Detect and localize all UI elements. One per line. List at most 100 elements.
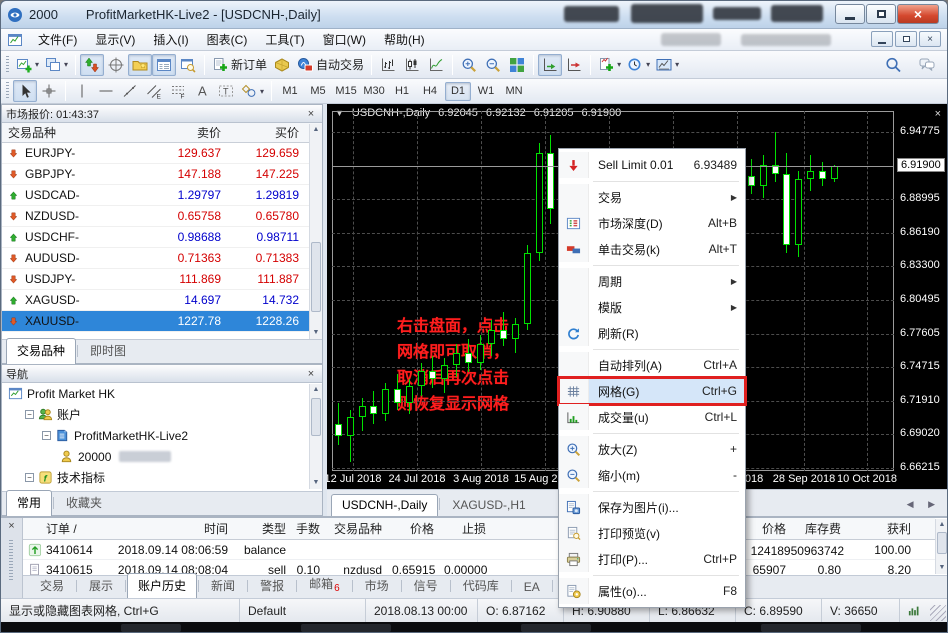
terminal-tab-1[interactable]: 展示 [78,573,124,598]
timeframe-h1[interactable]: H1 [389,82,415,101]
autotrading-button[interactable]: 自动交易 [294,54,367,76]
timeframe-d1[interactable]: D1 [445,82,471,101]
restore-button[interactable] [866,4,896,24]
context-menu-item-8[interactable]: 刷新(R) [559,320,745,346]
periods-button[interactable]: ▾ [624,54,653,76]
zoom-in-button[interactable] [457,54,481,76]
context-menu-item-14[interactable]: 放大(Z)+ [559,436,745,462]
market-watch-tab-1[interactable]: 即时图 [79,338,137,363]
menu-item-0[interactable]: 文件(F) [29,29,86,50]
timeframe-m5[interactable]: M5 [305,82,331,101]
collapse-icon[interactable]: − [42,431,51,440]
timeframe-m15[interactable]: M15 [333,82,359,101]
terminal-drag-strip[interactable]: × [1,518,23,600]
terminal-tab-7[interactable]: 信号 [403,573,449,598]
metaeditor-button[interactable] [270,54,294,76]
candles-chart-button[interactable] [400,54,424,76]
market-watch-row[interactable]: XAUUSD-1227.781228.26 [2,311,322,332]
scroll-up-icon[interactable]: ▲ [936,519,948,531]
context-menu-item-18[interactable]: 打印预览(v) [559,520,745,546]
market-watch-scrollbar[interactable]: ▲ ▼ [309,124,322,339]
crosshair-button[interactable] [37,80,61,102]
close-button[interactable]: × [897,4,939,24]
market-watch-row[interactable]: USDCAD-1.297971.29819 [2,185,322,206]
market-watch-row[interactable]: AUDUSD-0.713630.71383 [2,248,322,269]
market-watch-close-icon[interactable]: × [304,108,318,120]
child-close-button[interactable]: × [919,31,941,47]
chart-close-icon[interactable]: × [935,108,941,120]
chat-button[interactable] [915,54,939,76]
menu-item-1[interactable]: 显示(V) [86,29,144,50]
context-menu-item-2[interactable]: 交易▶ [559,184,745,210]
terminal-tab-9[interactable]: EA [513,576,551,598]
hline-button[interactable] [94,80,118,102]
text-label-button[interactable]: T [214,80,238,102]
market-watch-row[interactable]: USDCHF-0.986880.98711 [2,227,322,248]
terminal-button[interactable] [152,54,176,76]
menu-item-6[interactable]: 帮助(H) [375,29,434,50]
market-watch-row[interactable]: NZDUSD-0.657580.65780 [2,206,322,227]
navigator-item-4[interactable]: −f技术指标 [2,467,322,488]
context-menu-item-12[interactable]: 成交量(u)Ctrl+L [559,404,745,430]
child-restore-button[interactable] [895,31,917,47]
market-watch-row[interactable]: USDJPY-111.869111.887 [2,269,322,290]
context-menu-item-21[interactable]: 属性(o)...F8 [559,578,745,604]
chart-shift-button[interactable] [562,54,586,76]
timeframe-w1[interactable]: W1 [473,82,499,101]
line-chart-button[interactable] [424,54,448,76]
context-menu-item-3[interactable]: 市场深度(D)Alt+B [559,210,745,236]
search-button[interactable] [881,54,905,76]
terminal-scrollbar[interactable]: ▲ ▼ [935,519,948,574]
tester-button[interactable] [176,54,200,76]
timeframe-mn[interactable]: MN [501,82,527,101]
resize-grip[interactable] [930,605,946,621]
context-menu-item-0[interactable]: Sell Limit 0.016.93489 [559,152,745,178]
market-watch-row[interactable]: GBPJPY-147.188147.225 [2,164,322,185]
timeframe-m1[interactable]: M1 [277,82,303,101]
collapse-icon[interactable]: − [25,410,34,419]
scroll-down-icon[interactable]: ▼ [310,327,322,339]
new-chart-button[interactable]: ▾ [13,54,42,76]
navigator-item-0[interactable]: Profit Market HK [2,383,322,404]
child-minimize-button[interactable] [871,31,893,47]
data-window-button[interactable] [104,54,128,76]
timeframe-h4[interactable]: H4 [417,82,443,101]
terminal-tab-4[interactable]: 警报 [249,573,295,598]
minimize-button[interactable] [835,4,865,24]
context-menu-item-6[interactable]: 周期▶ [559,268,745,294]
indicators-button[interactable]: ▾ [595,54,624,76]
bars-chart-button[interactable] [376,54,400,76]
scroll-up-icon[interactable]: ▲ [310,124,322,136]
navigator-button[interactable] [128,54,152,76]
market-watch-row[interactable]: XAGUSD-14.69714.732 [2,290,322,311]
vline-button[interactable] [70,80,94,102]
context-menu-item-7[interactable]: 模版▶ [559,294,745,320]
chart-tab-1[interactable]: XAGUSD-,H1 [441,494,536,516]
terminal-tab-6[interactable]: 市场 [354,573,400,598]
context-menu-item-11[interactable]: 网格(G)Ctrl+G [559,378,745,404]
scroll-up-icon[interactable]: ▲ [310,384,322,396]
context-menu-item-4[interactable]: 单击交易(k)Alt+T [559,236,745,262]
shapes-button[interactable]: ▾ [238,80,267,102]
context-menu-item-15[interactable]: 缩小(m)- [559,462,745,488]
navigator-tab-1[interactable]: 收藏夹 [55,490,113,515]
terminal-tab-8[interactable]: 代码库 [452,573,510,598]
auto-scroll-button[interactable] [538,54,562,76]
terminal-close-icon[interactable]: × [1,520,22,532]
context-menu-item-10[interactable]: 自动排列(A)Ctrl+A [559,352,745,378]
navigator-scrollbar[interactable]: ▲ ▼ [309,384,322,489]
menu-item-3[interactable]: 图表(C) [198,29,257,50]
chart-window-icon[interactable] [7,32,25,48]
tile-windows-button[interactable] [505,54,529,76]
terminal-tab-5[interactable]: 邮箱6 [298,571,351,598]
tab-scroll-arrows[interactable]: ◀ ▶ [907,499,941,510]
menu-item-2[interactable]: 插入(I) [144,29,197,50]
context-menu-item-19[interactable]: 打印(P)...Ctrl+P [559,546,745,572]
menu-item-5[interactable]: 窗口(W) [314,29,375,50]
market-watch-button[interactable] [80,54,104,76]
templates-button[interactable]: ▾ [653,54,682,76]
cursor-button[interactable] [13,80,37,102]
scroll-down-icon[interactable]: ▼ [936,562,948,574]
fibonacci-button[interactable]: F [166,80,190,102]
navigator-item-1[interactable]: −账户 [2,404,322,425]
